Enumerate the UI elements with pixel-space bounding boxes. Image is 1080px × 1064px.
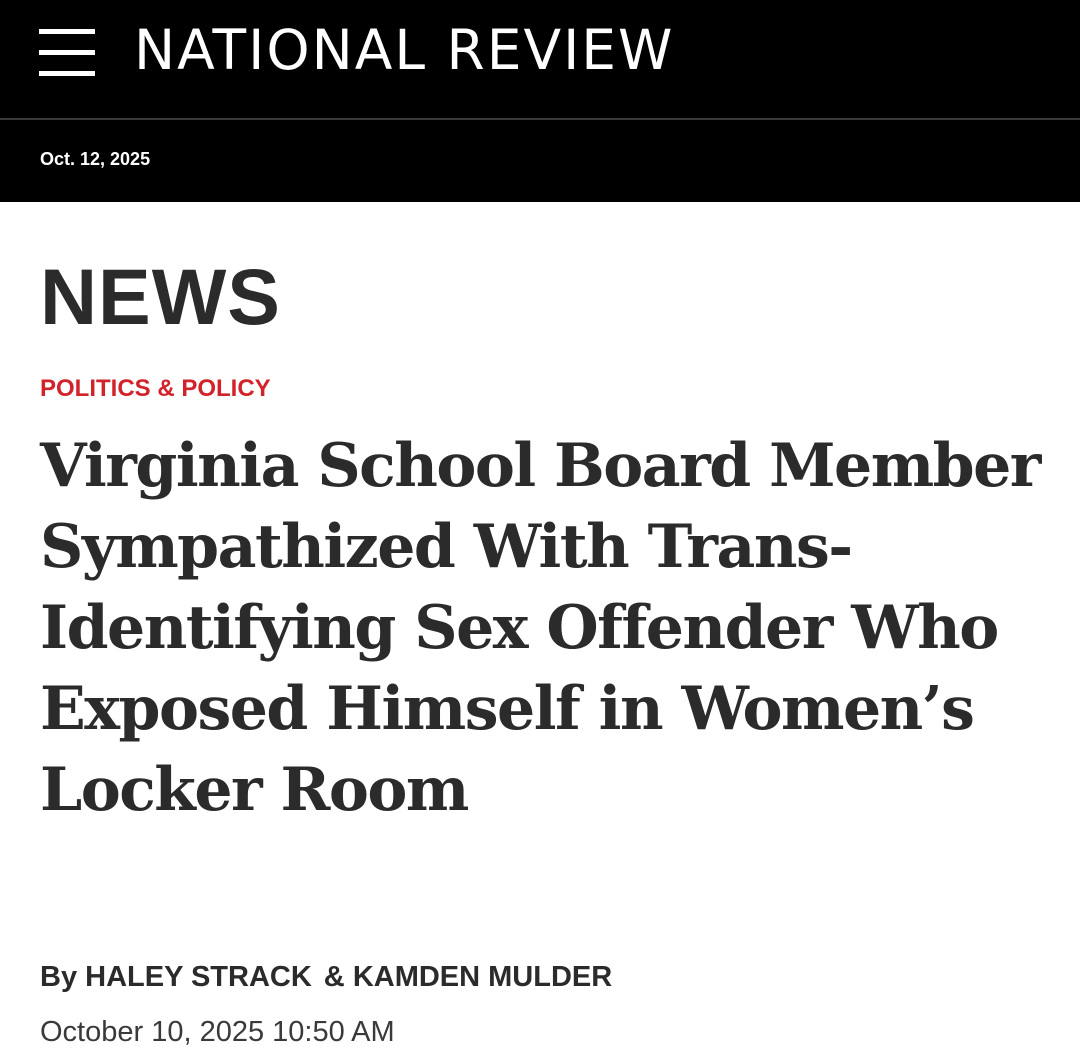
top-navigation-bar: NATIONAL REVIEW [0, 0, 1080, 118]
article-headline: Virginia School Board Member Sympathized… [40, 431, 1041, 825]
current-date: Oct. 12, 2025 [40, 149, 151, 169]
date-bar: Oct. 12, 2025 [0, 120, 1080, 202]
byline: By HALEY STRACK & KAMDEN MULDER [40, 958, 612, 996]
publish-timestamp: October 10, 2025 10:50 AM [40, 1016, 395, 1048]
section-title: NEWS [40, 252, 281, 341]
author-link-kamden-mulder[interactable]: KAMDEN MULDER [353, 961, 612, 993]
menu-line [39, 50, 95, 55]
menu-line [39, 29, 95, 34]
hamburger-menu-icon[interactable] [39, 29, 95, 77]
byline-prefix: By [40, 961, 78, 993]
site-logo[interactable]: NATIONAL REVIEW [134, 18, 674, 82]
author-link-haley-strack[interactable]: HALEY STRACK [85, 961, 312, 993]
menu-line [39, 71, 95, 76]
byline-separator: & [323, 961, 345, 993]
category-link[interactable]: POLITICS & POLICY [40, 374, 271, 404]
